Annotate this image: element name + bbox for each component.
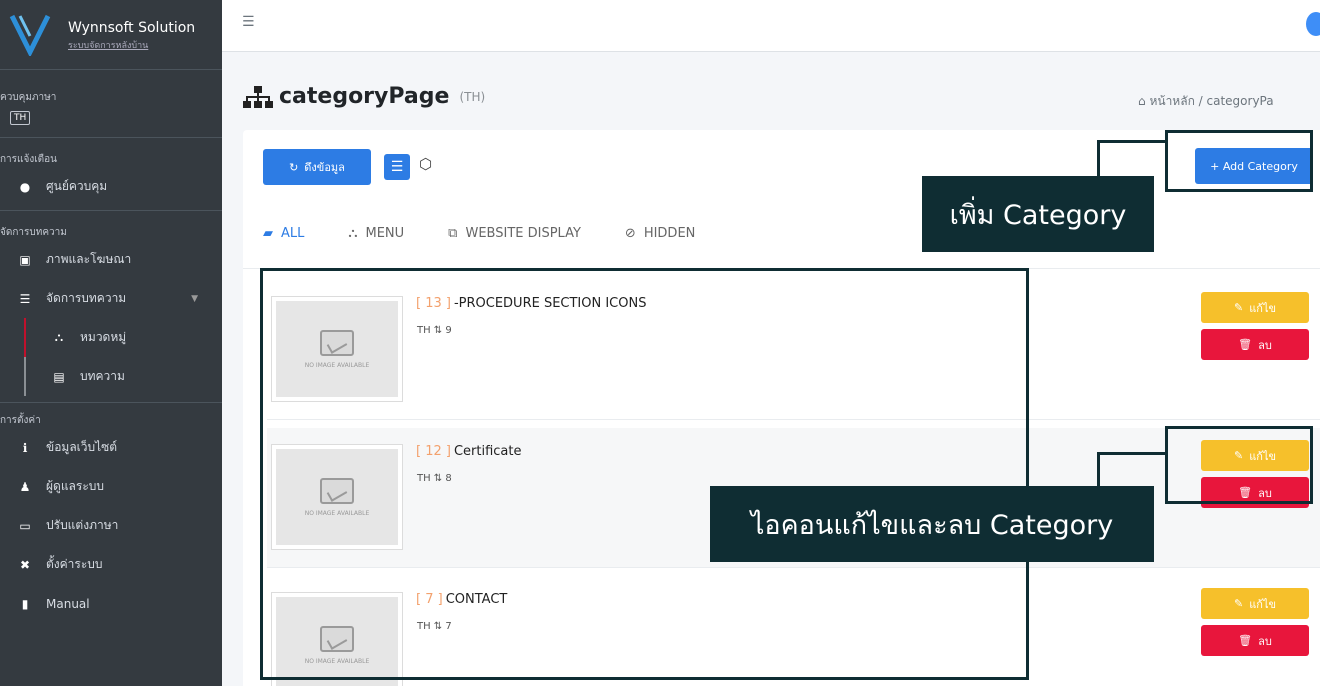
- tab-website-display[interactable]: ⧉ WEBSITE DISPLAY: [448, 226, 581, 241]
- top-navbar: ☰: [222, 0, 1320, 52]
- sidebar-item-system-settings[interactable]: ✖ ตั้งค่าระบบ: [0, 545, 222, 584]
- chevron-down-icon: ▼: [191, 293, 198, 304]
- section-settings: การตั้งค่า: [0, 415, 41, 426]
- annotation-edit-box: [1165, 426, 1313, 504]
- sidebar-item-label: ศูนย์ควบคุม: [46, 179, 108, 193]
- avatar[interactable]: [1306, 12, 1320, 36]
- book-icon: ▮: [21, 596, 29, 611]
- eye-slash-icon: ⊘: [624, 226, 636, 241]
- sidebar-item-language-edit[interactable]: ▭ ปรับแต่งภาษา: [0, 506, 222, 545]
- delete-label: ลบ: [1258, 634, 1272, 648]
- tools-icon: ✖: [19, 557, 31, 572]
- edit-label: แก้ไข: [1249, 597, 1277, 611]
- sidebar-item-label: บทความ: [80, 369, 125, 383]
- edit-label: แก้ไข: [1249, 301, 1277, 315]
- sidebar-item-label: จัดการบทความ: [46, 291, 127, 305]
- sidebar-item-label: Manual: [46, 596, 90, 611]
- brand-subtitle[interactable]: ระบบจัดการหลังบ้าน: [68, 38, 195, 52]
- gamepad-icon: ●: [19, 179, 31, 194]
- fetch-data-button[interactable]: ↻ ดึงข้อมูล: [263, 149, 371, 185]
- page-title-text: categoryPage: [279, 84, 450, 109]
- edit-icon: ✎: [1233, 597, 1244, 610]
- tabs: ▰ ALL ⛬ MENU ⧉ WEBSITE DISPLAY ⊘ HIDDEN: [263, 226, 739, 241]
- annotation-connector: [1097, 140, 1166, 143]
- list-view-button[interactable]: ☰: [384, 154, 410, 180]
- tab-hidden[interactable]: ⊘ HIDDEN: [625, 226, 695, 241]
- section-articles: จัดการบทความ: [0, 227, 67, 238]
- sidebar-item-manage-articles[interactable]: ☰ จัดการบทความ ▼: [0, 279, 222, 318]
- sidebar-item-label: ตั้งค่าระบบ: [46, 557, 103, 571]
- divider: [0, 210, 222, 211]
- sitemap-icon: ⛬: [348, 226, 358, 241]
- window-restore-icon: ⧉: [448, 226, 458, 241]
- sidebar-item-label: ข้อมูลเว็บไซต์: [46, 440, 118, 454]
- tab-label: MENU: [365, 226, 405, 241]
- submenu: ▤ บทความ: [24, 357, 222, 396]
- trash-icon: 🗑: [1238, 338, 1253, 351]
- refresh-icon: ↻: [289, 160, 299, 174]
- sidebar-item-label: ปรับแต่งภาษา: [46, 518, 119, 532]
- page-title-lang: (TH): [459, 89, 486, 104]
- cube-view-icon[interactable]: ⬡: [419, 155, 432, 173]
- menu-icon[interactable]: ☰: [242, 14, 255, 30]
- annotation-connector: [1097, 452, 1100, 488]
- list-icon: ☰: [390, 159, 404, 175]
- annotation-edit-label: ไอคอนแก้ไขและลบ Category: [710, 486, 1154, 562]
- sitemap-icon: [243, 85, 273, 108]
- sidebar-item-manual[interactable]: ▮ Manual: [0, 584, 222, 623]
- language-badge[interactable]: TH: [10, 111, 31, 125]
- breadcrumb[interactable]: ⌂ หน้าหลัก / categoryPa: [1138, 92, 1320, 111]
- delete-label: ลบ: [1258, 338, 1272, 352]
- edit-button[interactable]: ✎ แก้ไข: [1201, 292, 1309, 323]
- fetch-data-label: ดึงข้อมูล: [304, 161, 345, 174]
- annotation-add-box: [1165, 130, 1313, 192]
- sidebar-item-label: หมวดหมู่: [80, 330, 127, 344]
- sidebar-item-label: ผู้ดูแลระบบ: [46, 479, 105, 493]
- page-title: categoryPage (TH): [243, 84, 485, 109]
- tab-all[interactable]: ▰ ALL: [263, 226, 304, 241]
- sitemap-icon: ⛬: [54, 330, 64, 344]
- section-notifications: การแจ้งเตือน: [0, 154, 57, 165]
- annotation-connector: [1097, 140, 1100, 178]
- sidebar-item-users[interactable]: ♟ ผู้ดูแลระบบ: [0, 467, 222, 506]
- section-language: ควบคุมภาษา: [0, 92, 57, 103]
- sidebar-item-website-info[interactable]: ℹ ข้อมูลเว็บไซต์: [0, 428, 222, 467]
- info-icon: ℹ: [22, 440, 28, 455]
- annotation-list-box: [260, 268, 1029, 680]
- tab-label: HIDDEN: [643, 226, 696, 241]
- breadcrumb-text: หน้าหลัก / categoryPa: [1149, 94, 1274, 108]
- trash-icon: 🗑: [1238, 634, 1253, 647]
- edit-icon: ✎: [1233, 301, 1244, 314]
- language-icon: ▭: [19, 518, 31, 533]
- tab-label: WEBSITE DISPLAY: [465, 226, 581, 241]
- sidebar-item-article[interactable]: ▤ บทความ: [26, 357, 222, 396]
- submenu-active: ⛬ หมวดหมู่: [24, 318, 222, 357]
- brand-name: Wynnsoft Solution: [68, 20, 196, 36]
- sidebar-item-control-center[interactable]: ● ศูนย์ควบคุม: [0, 167, 222, 206]
- folder-open-icon: ▰: [263, 226, 273, 241]
- delete-button[interactable]: 🗑 ลบ: [1201, 329, 1309, 360]
- user-cog-icon: ♟: [19, 479, 31, 494]
- tab-label: ALL: [281, 226, 305, 241]
- logo-icon: [9, 14, 51, 56]
- annotation-connector: [1097, 452, 1166, 455]
- tab-menu[interactable]: ⛬ MENU: [348, 226, 404, 241]
- images-icon: ▣: [19, 252, 31, 267]
- list-icon: ☰: [19, 291, 31, 306]
- delete-button[interactable]: 🗑 ลบ: [1201, 625, 1309, 656]
- sidebar-item-label: ภาพและโฆษณา: [46, 252, 132, 266]
- annotation-add-label: เพิ่ม Category: [922, 176, 1154, 252]
- sidebar-item-media[interactable]: ▣ ภาพและโฆษณา: [0, 240, 222, 279]
- divider: [0, 137, 222, 138]
- sidebar-item-category[interactable]: ⛬ หมวดหมู่: [26, 318, 222, 357]
- home-icon: ⌂: [1138, 94, 1146, 108]
- sidebar: Wynnsoft Solution ระบบจัดการหลังบ้าน ควบ…: [0, 0, 222, 686]
- edit-button[interactable]: ✎ แก้ไข: [1201, 588, 1309, 619]
- divider: [0, 402, 222, 403]
- brand[interactable]: Wynnsoft Solution ระบบจัดการหลังบ้าน: [0, 0, 222, 70]
- newspaper-icon: ▤: [53, 369, 65, 384]
